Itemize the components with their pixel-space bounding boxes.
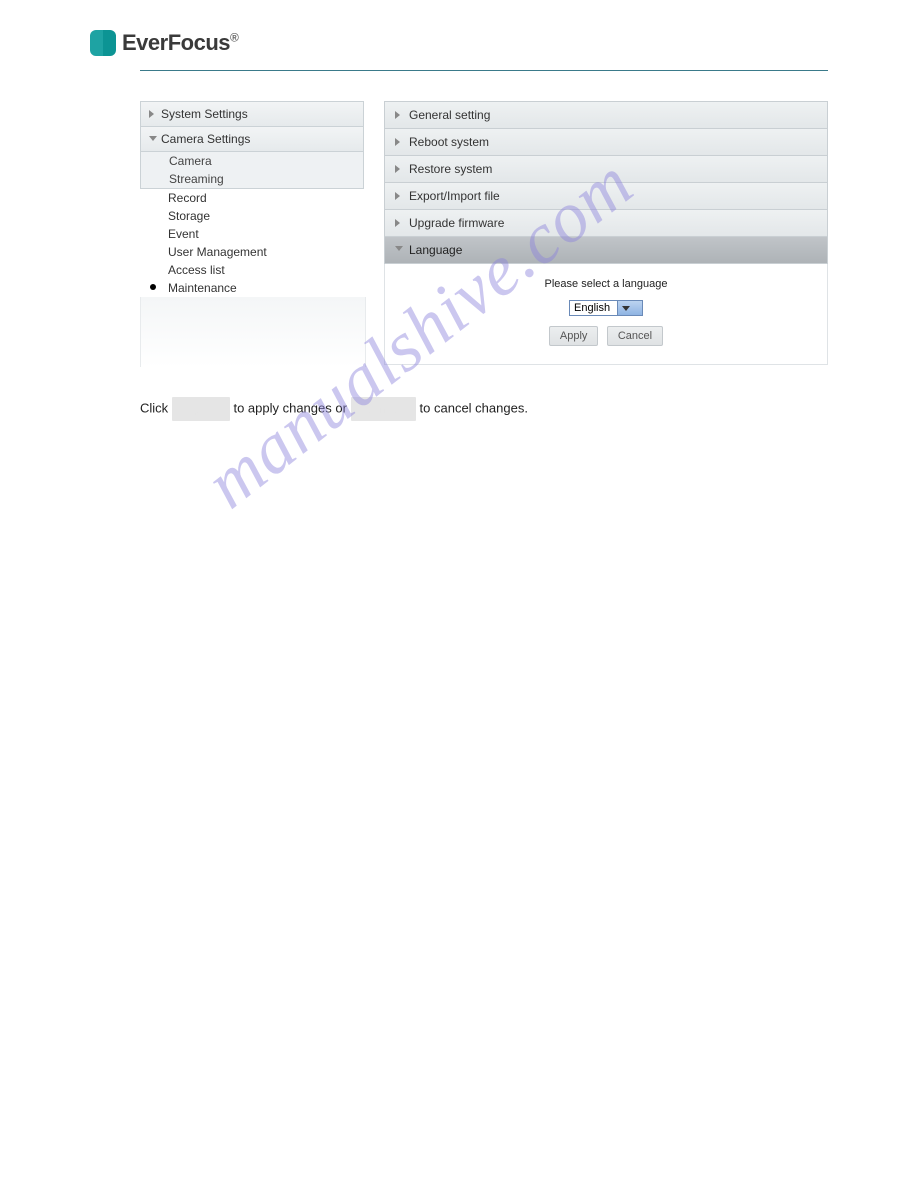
sidebar-item-storage[interactable]: Storage <box>140 207 364 225</box>
sidebar-item-user-management[interactable]: User Management <box>140 243 364 261</box>
chevron-right-icon <box>395 192 400 200</box>
language-panel: Please select a language English Apply C… <box>384 264 828 365</box>
accordion-label: Upgrade firmware <box>409 216 504 230</box>
accordion-label: Export/Import file <box>409 189 500 203</box>
sidebar: System Settings Camera Settings Camera S… <box>140 101 364 367</box>
language-prompt: Please select a language <box>395 278 817 290</box>
sidebar-shadow <box>140 297 366 367</box>
main-panel: General setting Reboot system Restore sy… <box>384 101 828 367</box>
sidebar-item-event[interactable]: Event <box>140 225 364 243</box>
accordion-restore-system[interactable]: Restore system <box>384 155 828 182</box>
language-selected: English <box>570 301 614 315</box>
accordion-export-import[interactable]: Export/Import file <box>384 182 828 209</box>
logo-text: EverFocus® <box>122 30 238 56</box>
chevron-right-icon <box>395 165 400 173</box>
chevron-right-icon <box>149 110 154 118</box>
accordion-general-setting[interactable]: General setting <box>384 101 828 128</box>
accordion-label: Language <box>409 243 462 257</box>
sidebar-group-system[interactable]: System Settings <box>140 101 364 126</box>
logo-icon <box>90 30 116 56</box>
divider <box>140 70 828 71</box>
accordion-label: Reboot system <box>409 135 489 149</box>
instruction-text: Click Apply to apply changes or Cancel t… <box>140 397 828 421</box>
sidebar-group-label: System Settings <box>161 107 248 121</box>
sidebar-sub-camera[interactable]: Camera <box>140 152 364 170</box>
sidebar-item-record[interactable]: Record <box>140 189 364 207</box>
logo: EverFocus® <box>90 30 828 56</box>
accordion-label: Restore system <box>409 162 492 176</box>
chevron-down-icon <box>395 246 403 251</box>
cancel-chip: Cancel <box>351 397 416 421</box>
chevron-right-icon <box>395 219 400 227</box>
sidebar-group-label: Camera Settings <box>161 132 250 146</box>
sidebar-item-maintenance[interactable]: Maintenance <box>140 279 364 297</box>
accordion-label: General setting <box>409 108 490 122</box>
sidebar-sub-streaming[interactable]: Streaming <box>140 170 364 189</box>
chevron-right-icon <box>395 138 400 146</box>
accordion-upgrade-firmware[interactable]: Upgrade firmware <box>384 209 828 236</box>
apply-button[interactable]: Apply <box>549 326 599 346</box>
language-select[interactable]: English <box>569 300 643 316</box>
cancel-button[interactable]: Cancel <box>607 326 663 346</box>
sidebar-item-access-list[interactable]: Access list <box>140 261 364 279</box>
sidebar-group-camera[interactable]: Camera Settings <box>140 126 364 152</box>
apply-chip: Apply <box>172 397 230 421</box>
chevron-right-icon <box>395 111 400 119</box>
dropdown-icon <box>617 301 642 315</box>
accordion-reboot-system[interactable]: Reboot system <box>384 128 828 155</box>
chevron-down-icon <box>149 136 157 141</box>
accordion-language[interactable]: Language <box>384 236 828 264</box>
